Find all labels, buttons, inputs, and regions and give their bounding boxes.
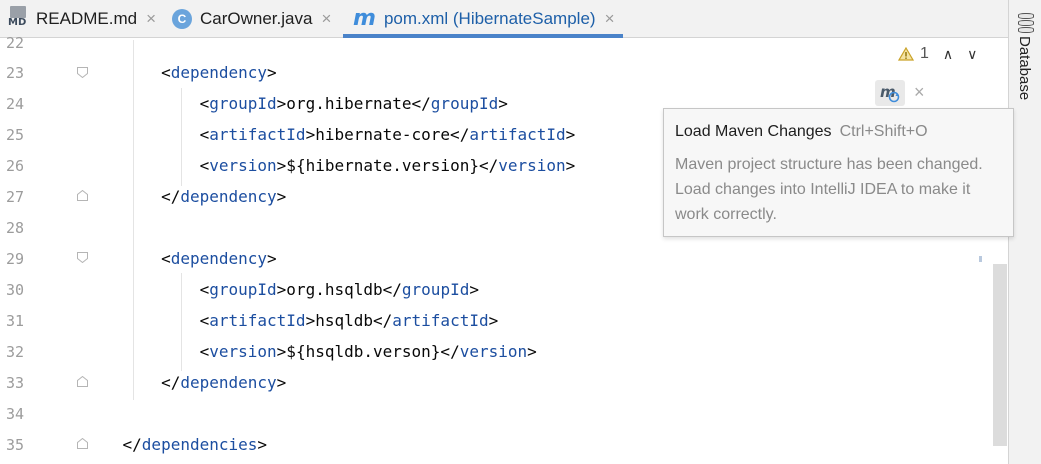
maven-pom-icon: m [353,6,376,31]
warning-icon [898,47,914,61]
database-tool-button[interactable]: Database [1016,36,1033,100]
line-number: 26 [6,157,25,175]
warning-count: 1 [920,45,929,62]
tab-pom-xml[interactable]: m pom.xml (HibernateSample) × [343,0,623,38]
line-number: 22 [6,34,25,52]
close-icon[interactable]: × [914,82,925,103]
maven-reload-icon: m [880,83,900,103]
line-number: 29 [6,250,25,268]
code-line: <artifactId>hsqldb</artifactId> [84,311,499,330]
line-number: 28 [6,219,25,237]
tooltip-title: Load Maven Changes [675,123,832,140]
tab-carowner[interactable]: C CarOwner.java × [172,0,331,37]
code-line: </dependency> [84,373,287,392]
line-number: 30 [6,281,25,299]
java-class-icon: C [172,8,192,29]
code-line: <version>${hsqldb.verson}</version> [84,342,537,361]
database-icon[interactable] [1018,13,1034,33]
code-line: <groupId>org.hsqldb</groupId> [84,280,479,299]
tab-label: CarOwner.java [200,8,313,28]
code-line: <dependency> [84,63,277,82]
line-number: 33 [6,374,25,392]
inspection-widget[interactable]: 1 ∧ ∨ [898,45,977,63]
load-maven-changes-tooltip: Load Maven Changes Ctrl+Shift+O Maven pro… [663,108,1014,237]
tooltip-description: Maven project structure has been changed… [675,156,983,223]
close-icon[interactable]: × [321,9,331,29]
code-line: <version>${hibernate.version}</version> [84,156,576,175]
line-number: 31 [6,312,25,330]
next-highlight-icon[interactable]: ∨ [967,46,977,63]
tooltip-shortcut: Ctrl+Shift+O [839,123,928,140]
line-number: 24 [6,95,25,113]
code-line: </dependencies> [84,435,268,454]
previous-highlight-icon[interactable]: ∧ [943,46,953,63]
scroll-marker [979,256,982,262]
line-number: 32 [6,343,25,361]
close-icon[interactable]: × [605,9,615,29]
editor-tab-bar: MD README.md × C CarOwner.java × m pom.x… [0,0,1008,38]
line-number: 27 [6,188,25,206]
load-maven-changes-button[interactable]: m [875,80,905,106]
tab-readme[interactable]: MD README.md × [8,0,156,37]
line-number: 35 [6,436,25,454]
active-tab-indicator [343,34,623,38]
code-line: <artifactId>hibernate-core</artifactId> [84,125,576,144]
line-number: 23 [6,64,25,82]
tab-label: pom.xml (HibernateSample) [383,8,596,28]
vertical-scrollbar-thumb[interactable] [993,264,1007,446]
code-line: </dependency> [84,187,287,206]
markdown-file-icon: MD [8,5,30,32]
line-number: 34 [6,405,25,423]
line-number: 25 [6,126,25,144]
code-line: <groupId>org.hibernate</groupId> [84,94,508,113]
code-line: <dependency> [84,249,277,268]
tab-label: README.md [36,8,138,28]
close-icon[interactable]: × [146,9,156,29]
